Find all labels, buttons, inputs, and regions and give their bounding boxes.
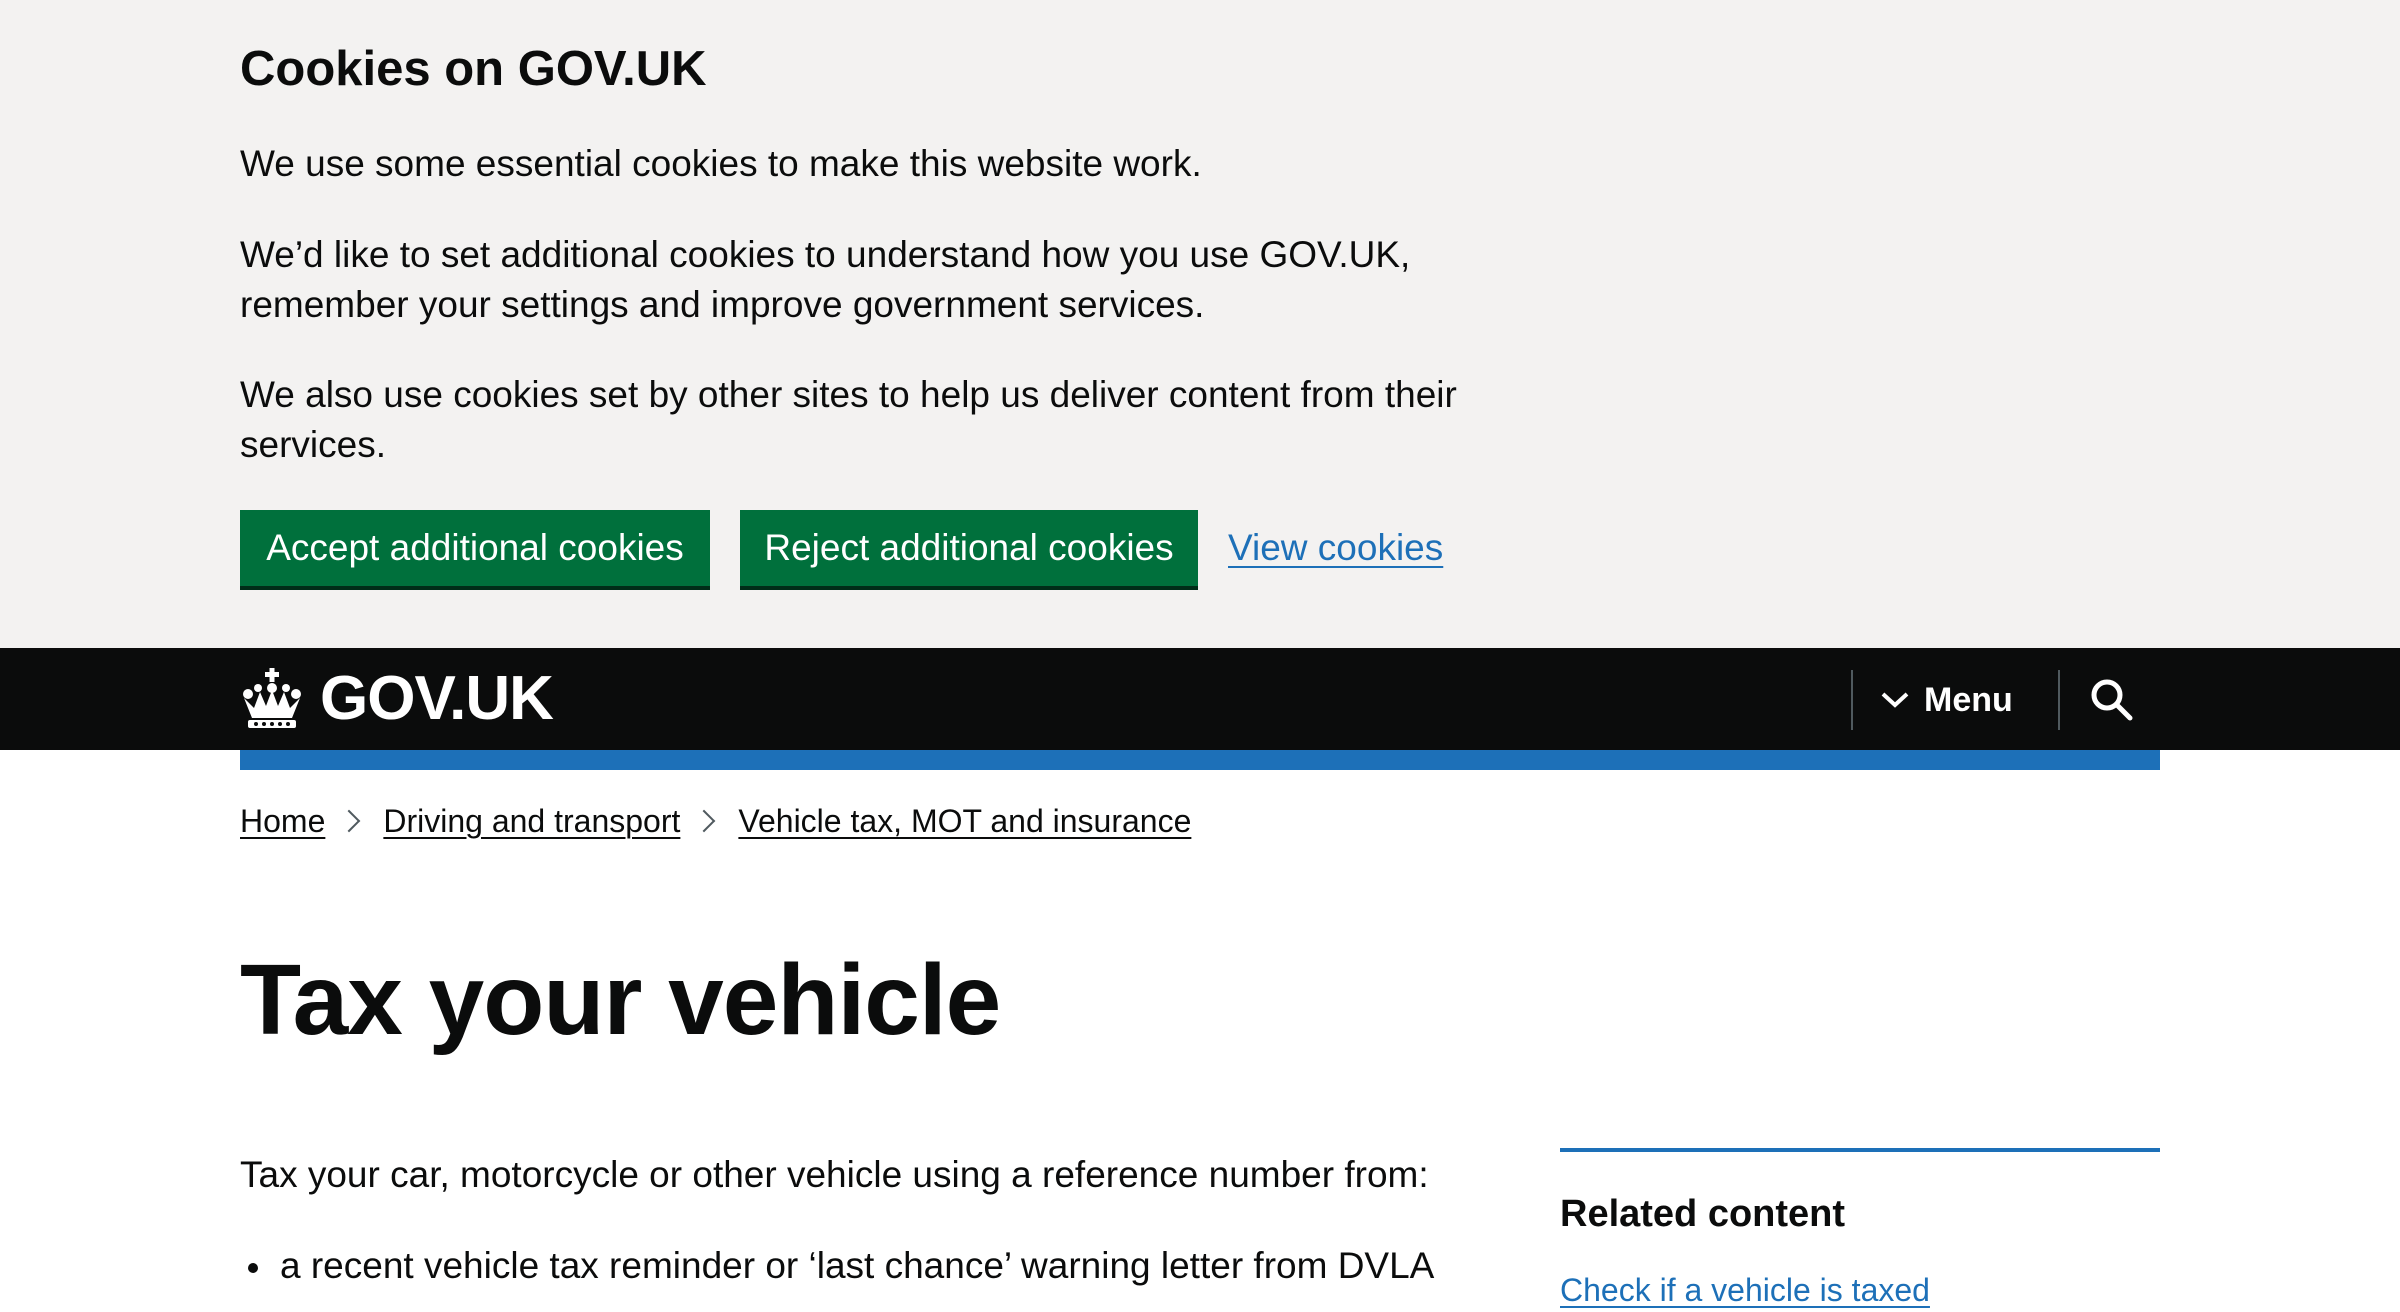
- breadcrumb-driving-and-transport[interactable]: Driving and transport: [383, 803, 680, 840]
- cookie-banner-text: We use some essential cookies to make th…: [240, 143, 1202, 184]
- reference-list: a recent vehicle tax reminder or ‘last c…: [240, 1240, 1434, 1292]
- search-button[interactable]: [2062, 648, 2160, 750]
- cookie-banner-text: We also use cookies set by other sites t…: [240, 374, 1457, 465]
- intro-text: Tax your car, motorcycle or other vehicl…: [240, 1154, 1429, 1195]
- accept-cookies-button[interactable]: Accept additional cookies: [240, 510, 710, 586]
- cookie-banner: Cookies on GOV.UK We use some essential …: [0, 0, 2400, 648]
- related-content-rule: [1560, 1148, 2160, 1152]
- reject-cookies-button[interactable]: Reject additional cookies: [740, 510, 1198, 586]
- search-icon: [2091, 679, 2133, 721]
- view-cookies-link[interactable]: View cookies: [1228, 522, 1443, 574]
- list-item: a recent vehicle tax reminder or ‘last c…: [240, 1240, 1434, 1292]
- header-divider: [2058, 670, 2060, 730]
- breadcrumb: Home Driving and transport Vehicle tax, …: [240, 797, 1191, 845]
- header-divider: [1851, 670, 1853, 730]
- chevron-right-icon: [693, 809, 716, 833]
- menu-label: Menu: [1924, 680, 2013, 719]
- related-link-check-vehicle-taxed[interactable]: Check if a vehicle is taxed: [1560, 1268, 2160, 1312]
- related-content: Related content Check if a vehicle is ta…: [1560, 1148, 2160, 1312]
- chevron-down-icon: [1881, 692, 1909, 708]
- govuk-logo-text: GOV.UK: [320, 664, 554, 733]
- govuk-logo-link[interactable]: GOV.UK: [240, 662, 554, 736]
- related-content-title: Related content: [1560, 1193, 1846, 1235]
- chevron-right-icon: [338, 809, 361, 833]
- page-title: Tax your vehicle: [240, 944, 1001, 1056]
- cookie-banner-text: We’d like to set additional cookies to u…: [240, 234, 1411, 325]
- cookie-banner-title: Cookies on GOV.UK: [240, 42, 707, 96]
- bullet-icon: [248, 1263, 258, 1273]
- crown-icon: [243, 668, 301, 728]
- breadcrumb-home[interactable]: Home: [240, 803, 325, 840]
- menu-button[interactable]: Menu: [1880, 670, 2013, 730]
- site-header: GOV.UK Menu: [0, 648, 2400, 750]
- list-item-text: a recent vehicle tax reminder or ‘last c…: [280, 1245, 1435, 1286]
- breadcrumb-vehicle-tax-mot-insurance[interactable]: Vehicle tax, MOT and insurance: [738, 803, 1191, 840]
- header-blue-bar: [240, 750, 2160, 770]
